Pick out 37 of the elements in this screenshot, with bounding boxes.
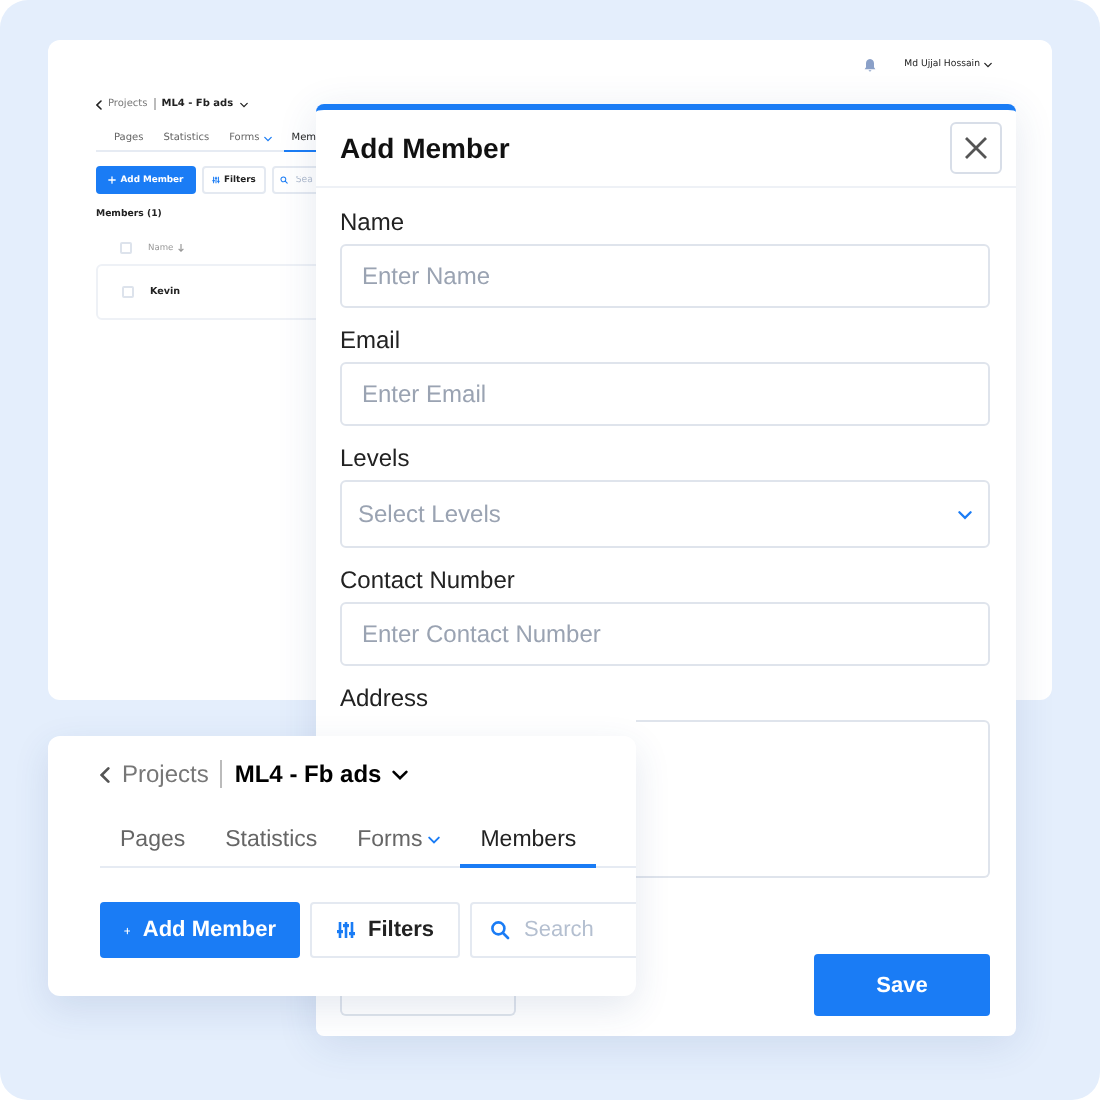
chevron-down-icon <box>984 61 992 67</box>
plus-icon <box>108 176 117 184</box>
bell-icon[interactable] <box>864 57 877 71</box>
address-field[interactable] <box>636 720 990 878</box>
add-member-button[interactable]: Add Member <box>100 902 300 958</box>
dialog-title: Add Member <box>340 132 510 164</box>
chevron-down-icon <box>958 509 972 519</box>
checkbox[interactable] <box>120 242 132 254</box>
field-label: Name <box>340 208 407 236</box>
save-button[interactable]: Save <box>814 954 990 1016</box>
filters-button[interactable]: Filters <box>310 902 461 958</box>
checkbox[interactable] <box>122 286 134 298</box>
field-label: Levels <box>340 444 412 472</box>
tab[interactable]: Pages <box>100 816 206 868</box>
chevron-down-icon <box>428 836 441 844</box>
input-field[interactable]: Enter Email <box>340 362 990 426</box>
field-label: Address <box>340 684 431 712</box>
close-button[interactable] <box>950 122 1002 174</box>
tab[interactable]: Statistics <box>205 816 338 868</box>
input-field[interactable]: Enter Name <box>340 244 990 308</box>
chevron-left-icon[interactable] <box>100 765 110 783</box>
chevron-left-icon[interactable] <box>96 99 102 109</box>
chevron-down-icon <box>239 101 248 107</box>
field-label: Contact Number <box>340 566 517 594</box>
close-icon <box>962 134 990 162</box>
tab[interactable]: Forms <box>337 816 461 868</box>
filter-icon <box>336 920 356 940</box>
project-selector[interactable]: ML4 - Fb ads <box>234 760 408 788</box>
filter-icon <box>212 176 220 184</box>
field-label: Email <box>340 326 403 354</box>
breadcrumb-link[interactable]: Projects <box>122 760 209 788</box>
chevron-down-icon <box>263 135 272 141</box>
chevron-down-icon <box>391 769 408 779</box>
input-field[interactable]: Enter Contact Number <box>340 602 990 666</box>
sort-arrow-icon <box>177 244 184 252</box>
search-field[interactable]: Search <box>470 902 636 958</box>
tab[interactable]: Members <box>460 816 597 868</box>
